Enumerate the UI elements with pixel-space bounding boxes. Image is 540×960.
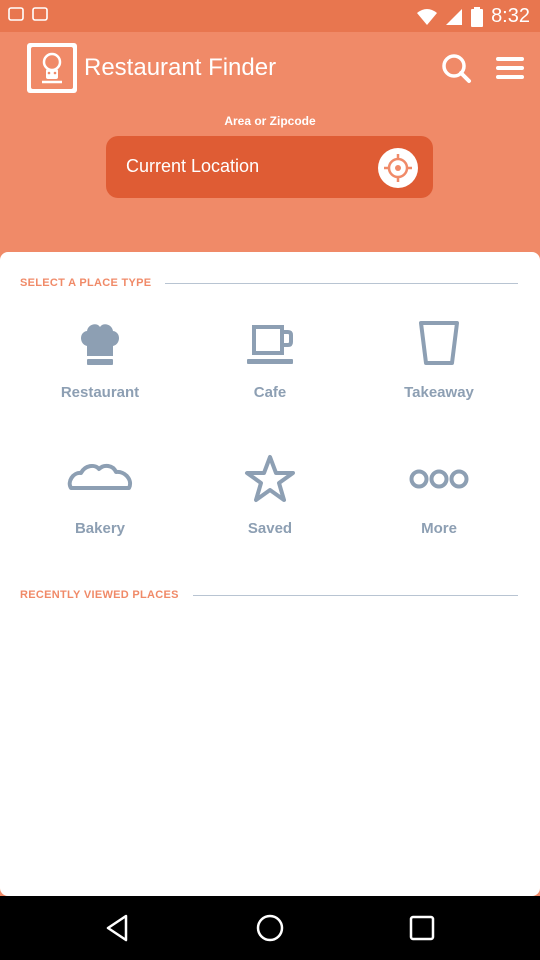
back-icon: [106, 914, 128, 942]
area-label: Area or Zipcode: [224, 114, 316, 128]
section-title-recent: RECENTLY VIEWED PLACES: [20, 589, 179, 601]
notification-icon: [8, 7, 24, 21]
place-label: Bakery: [74, 520, 126, 537]
section-title-place-type: SELECT A PLACE TYPE: [20, 277, 152, 289]
place-label: Takeaway: [404, 384, 474, 401]
star-icon: [245, 455, 295, 502]
app-logo: [27, 43, 77, 93]
menu-button[interactable]: [492, 50, 528, 86]
search-icon: [442, 54, 471, 83]
recent-places-header: RECENTLY VIEWED PLACES: [20, 589, 518, 601]
battery-icon: [471, 6, 484, 27]
signal-icon: [446, 8, 463, 25]
place-type-cafe[interactable]: Cafe: [185, 316, 355, 401]
place-type-takeaway[interactable]: Takeaway: [354, 316, 524, 401]
bread-icon: [67, 463, 132, 490]
status-time: 8:32: [491, 5, 530, 27]
place-type-restaurant[interactable]: Restaurant: [15, 316, 185, 401]
coffee-cup-icon: [247, 325, 293, 364]
home-icon: [256, 914, 284, 942]
location-input-value[interactable]: Current Location: [126, 156, 259, 177]
place-type-more[interactable]: More: [354, 452, 524, 537]
chef-hat-icon: [81, 324, 119, 365]
status-bar: 8:32: [0, 0, 540, 32]
place-label: More: [421, 520, 457, 537]
location-input[interactable]: Current Location: [106, 136, 433, 198]
wifi-icon: [417, 8, 438, 25]
status-indicators: 8:32: [417, 5, 530, 28]
place-label: Cafe: [253, 384, 287, 401]
search-button[interactable]: [438, 50, 474, 86]
navigation-bar: [0, 896, 540, 960]
locate-button[interactable]: [378, 148, 418, 188]
divider: [192, 594, 518, 596]
place-type-bakery[interactable]: Bakery: [15, 452, 185, 537]
divider: [165, 282, 518, 284]
takeaway-cup-icon: [419, 321, 459, 365]
header: Restaurant Finder Area or Zipcode Curren…: [0, 32, 540, 270]
recents-icon: [409, 915, 435, 941]
place-type-header: SELECT A PLACE TYPE: [20, 277, 518, 289]
notification-icons: [8, 6, 48, 22]
more-dots-icon: [409, 469, 469, 489]
crosshair-icon: [384, 154, 412, 182]
notification-icon: [32, 7, 48, 21]
place-label: Saved: [247, 520, 293, 537]
chef-logo-icon: [42, 52, 62, 84]
recents-button[interactable]: [406, 912, 438, 944]
back-button[interactable]: [102, 912, 134, 944]
place-type-saved[interactable]: Saved: [185, 452, 355, 537]
place-label: Restaurant: [60, 384, 140, 401]
menu-icon: [496, 57, 524, 79]
place-type-card: SELECT A PLACE TYPE Restaurant Cafe Take…: [0, 252, 540, 896]
home-button[interactable]: [254, 912, 286, 944]
app-title: Restaurant Finder: [84, 54, 277, 81]
